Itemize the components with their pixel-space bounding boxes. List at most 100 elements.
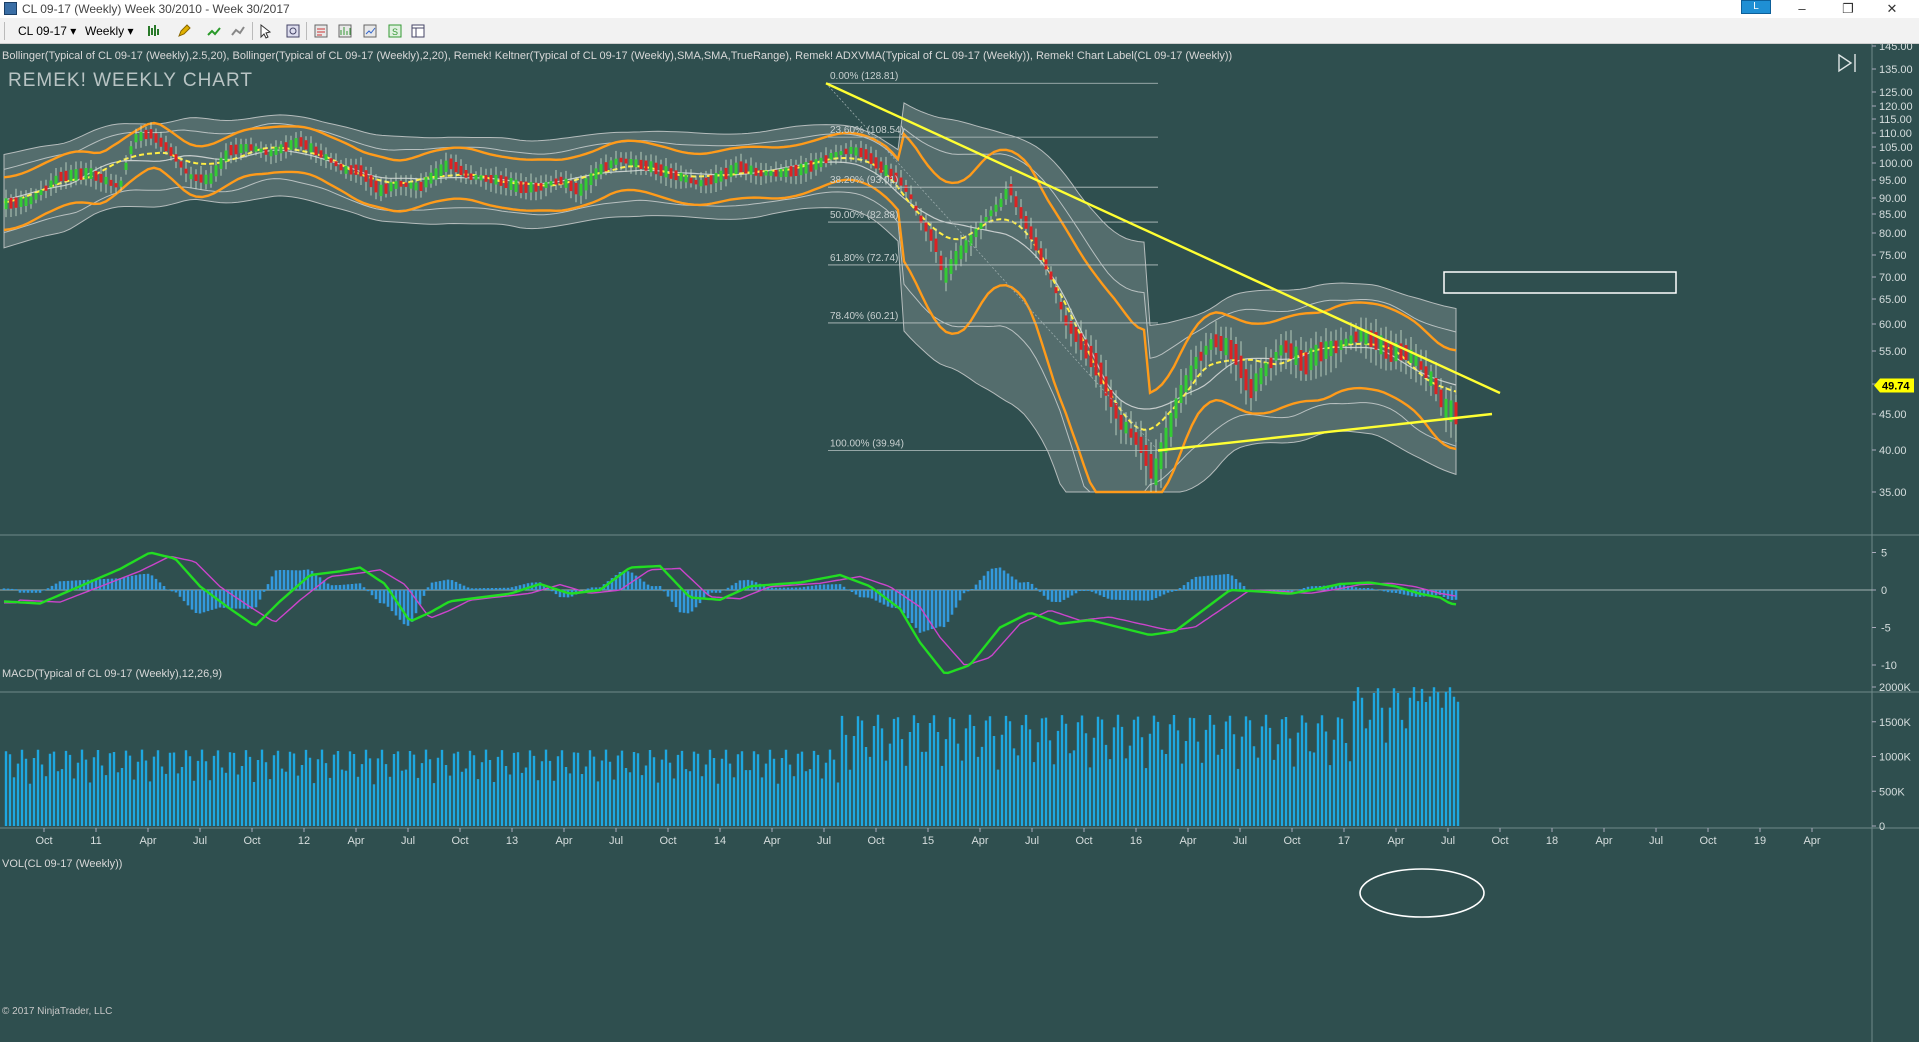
candle-body xyxy=(1259,368,1263,385)
period-selector[interactable]: Weekly ▾ xyxy=(82,22,136,40)
price-tick-label: 80.00 xyxy=(1879,228,1907,240)
time-tick-label: 12 xyxy=(298,835,310,847)
candle-body xyxy=(139,132,143,141)
candle-body xyxy=(1444,398,1448,419)
time-tick-label: 16 xyxy=(1130,835,1142,847)
templates-icon[interactable] xyxy=(313,23,329,39)
candle-body xyxy=(1214,334,1218,348)
data-box-icon[interactable] xyxy=(362,23,378,39)
candle-body xyxy=(829,153,833,160)
candle-body xyxy=(1194,356,1198,369)
candle-body xyxy=(809,160,813,172)
chart-trader-icon[interactable] xyxy=(337,23,353,39)
macd-tick-label: 5 xyxy=(1881,548,1887,560)
candle-body xyxy=(584,178,588,191)
bars-icon[interactable] xyxy=(146,23,162,39)
restore-button[interactable]: ❐ xyxy=(1828,0,1868,18)
time-tick-label: Apr xyxy=(347,835,364,847)
time-tick-label: Oct xyxy=(1283,835,1300,847)
candle-body xyxy=(664,166,668,178)
minimize-button[interactable]: – xyxy=(1782,0,1822,18)
time-tick-label: Apr xyxy=(763,835,780,847)
candle-body xyxy=(1294,346,1298,365)
candle-body xyxy=(529,182,533,193)
candle-body xyxy=(1289,343,1293,359)
candle-body xyxy=(24,197,28,206)
candle-body xyxy=(389,182,393,192)
instrument-selector[interactable]: CL 09-17 ▾ xyxy=(15,22,79,40)
candle-body xyxy=(1404,345,1408,360)
candle-body xyxy=(649,161,653,173)
time-tick-label: Oct xyxy=(243,835,260,847)
volume-tick-label: 500K xyxy=(1879,786,1905,798)
candle-body xyxy=(709,175,713,185)
candle-body xyxy=(394,181,398,189)
candle-body xyxy=(824,155,828,164)
candle-body xyxy=(984,216,988,222)
candle-body xyxy=(424,177,428,188)
chart-area[interactable]: 0.00% (128.81) 23.60% (108.54) 38.20% (93.… xyxy=(0,41,1919,1042)
candle-body xyxy=(589,173,593,185)
candle-body xyxy=(1144,445,1148,466)
volume-tick-label: 2000K xyxy=(1879,682,1911,694)
candle-body xyxy=(1059,301,1063,310)
candle-body xyxy=(254,146,258,152)
candle-body xyxy=(669,168,673,179)
candle-body xyxy=(904,185,908,192)
candle-body xyxy=(1124,421,1128,434)
link-badge[interactable]: L xyxy=(1741,0,1771,14)
strategy-icon[interactable] xyxy=(230,23,246,39)
candle-body xyxy=(39,189,43,195)
candle-body xyxy=(169,147,173,156)
candle-body xyxy=(784,167,788,177)
candle-body xyxy=(184,168,188,174)
candle-body xyxy=(1319,342,1323,362)
candle-body xyxy=(374,180,378,193)
candle-body xyxy=(1284,340,1288,353)
candle-body xyxy=(1249,379,1253,399)
price-tick-label: 55.00 xyxy=(1879,346,1907,358)
window-titlebar: CL 09-17 (Weekly) Week 30/2010 - Week 30… xyxy=(0,0,1919,18)
fib-level-label: 61.80% (72.74) xyxy=(830,253,898,264)
candle-body xyxy=(624,158,628,164)
close-button[interactable]: ✕ xyxy=(1872,0,1912,18)
candle-body xyxy=(644,160,648,171)
zoom-icon[interactable] xyxy=(285,23,301,39)
candle-body xyxy=(564,178,568,188)
candle-body xyxy=(469,173,473,180)
layout-icon[interactable] xyxy=(410,23,426,39)
candle-body xyxy=(109,179,113,186)
candle-body xyxy=(239,144,243,153)
candle-body xyxy=(54,175,58,184)
candle-body xyxy=(739,161,743,173)
candle-body xyxy=(409,182,413,189)
candle-body xyxy=(1094,353,1098,376)
candle-body xyxy=(524,181,528,193)
candle-body xyxy=(609,160,613,169)
add-indicator-icon[interactable] xyxy=(206,23,222,39)
candle-body xyxy=(1269,357,1273,369)
candle-body xyxy=(454,162,458,173)
candle-body xyxy=(869,153,873,164)
pencil-icon[interactable] xyxy=(176,23,192,39)
candle-body xyxy=(289,140,293,150)
chart-canvas[interactable]: 0.00% (128.81) 23.60% (108.54) 38.20% (93.… xyxy=(0,41,1919,1042)
candle-body xyxy=(349,165,353,175)
properties-icon[interactable]: S xyxy=(387,23,403,39)
candle-body xyxy=(939,255,943,271)
candle-body xyxy=(1019,207,1023,219)
candle-body xyxy=(149,129,153,139)
candle-body xyxy=(1229,340,1233,360)
pointer-icon[interactable] xyxy=(258,23,274,39)
candle-body xyxy=(104,176,108,185)
candle-body xyxy=(1454,402,1458,425)
candle-body xyxy=(959,245,963,260)
candle-body xyxy=(119,180,123,187)
candle-body xyxy=(654,162,658,175)
candle-body xyxy=(504,176,508,188)
candle-body xyxy=(464,170,468,178)
last-price-label: 49.74 xyxy=(1882,381,1910,393)
candle-body xyxy=(749,165,753,175)
candle-body xyxy=(614,158,618,165)
candle-body xyxy=(1054,287,1058,294)
